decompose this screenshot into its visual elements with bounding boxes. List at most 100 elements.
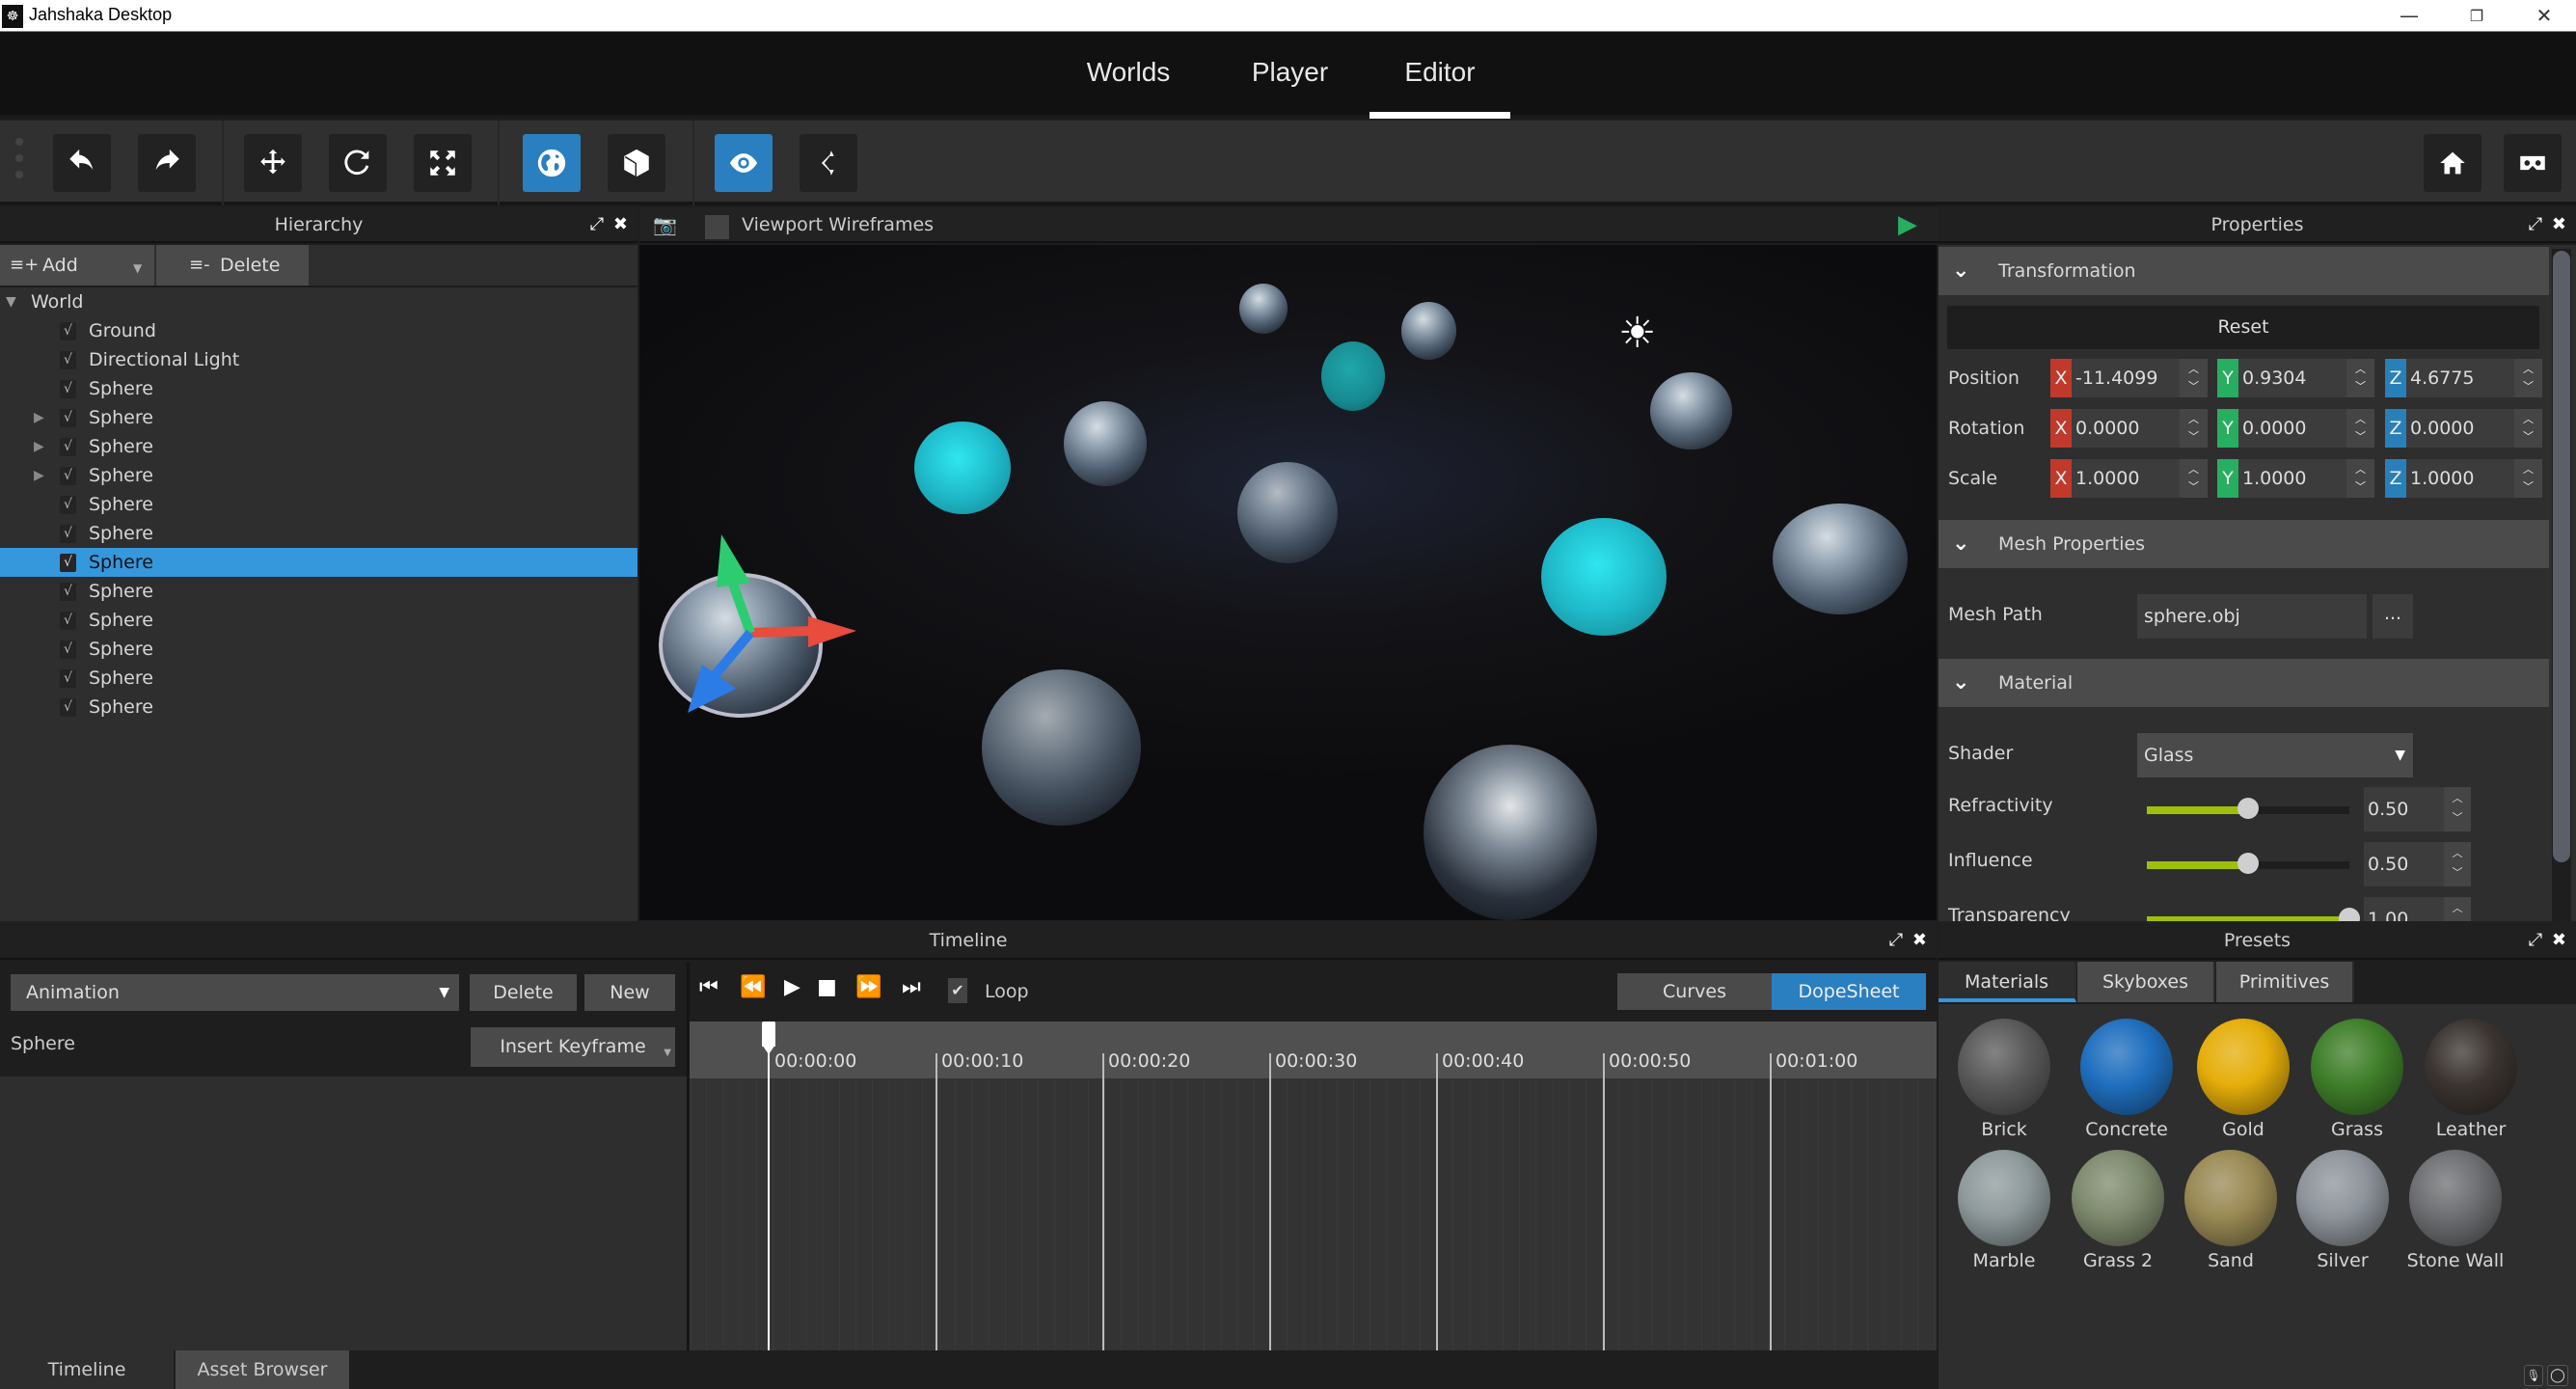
tab-player[interactable]: Player [1225, 32, 1355, 119]
scale-y-field[interactable]: Y 1.0000 ︿ ﹀ [2217, 459, 2374, 498]
timeline-track-area[interactable] [690, 1078, 1937, 1350]
close-panel-icon[interactable]: ✖ [1912, 930, 1929, 950]
scene-sphere[interactable] [1064, 401, 1147, 486]
slider-knob[interactable] [2237, 853, 2259, 874]
visibility-checkbox[interactable]: √ [60, 409, 76, 427]
influence-value-input[interactable]: 0.50 ︿ ﹀ [2364, 842, 2471, 886]
rotation-z-field[interactable]: Z 0.0000 ︿ ﹀ [2385, 409, 2542, 448]
visibility-checkbox[interactable]: √ [60, 612, 76, 630]
position-x-field[interactable]: X -11.4099 ︿ ﹀ [2050, 359, 2208, 397]
rotate-button[interactable] [329, 134, 387, 192]
scene-sphere[interactable] [982, 669, 1141, 826]
expand-arrow-icon[interactable]: ▶ [34, 432, 44, 461]
visibility-checkbox[interactable]: √ [60, 554, 76, 572]
mesh-properties-section-header[interactable]: ⌄ Mesh Properties [1939, 520, 2549, 568]
gizmo-x-axis[interactable] [749, 626, 814, 638]
tree-item[interactable]: ▶ √ Sphere [0, 403, 637, 432]
tree-item[interactable]: √ Directional Light [0, 345, 637, 374]
scene-sphere[interactable] [1237, 462, 1338, 563]
toolbar-grip-handle[interactable] [15, 138, 23, 187]
refresh-icon[interactable]: ◯ [2547, 1365, 2568, 1386]
presets-tab-skyboxes[interactable]: Skyboxes [2077, 962, 2215, 1002]
visibility-checkbox[interactable]: √ [60, 467, 76, 485]
tree-item[interactable]: √ Ground [0, 316, 637, 345]
position-y-field[interactable]: Y 0.9304 ︿ ﹀ [2217, 359, 2374, 397]
scene-sphere[interactable] [1650, 372, 1732, 449]
new-animation-button[interactable]: New [584, 974, 675, 1011]
spinner-arrows-icon[interactable]: ︿﹀ [2346, 359, 2374, 397]
presets-tab-materials[interactable]: Materials [1939, 962, 2076, 1002]
tree-item[interactable]: √ Sphere [0, 374, 637, 403]
fast-forward-icon[interactable]: ⏩ [855, 975, 881, 999]
shader-select[interactable]: Glass ▼ [2137, 733, 2413, 777]
material-preset-thumbnail[interactable] [2296, 1150, 2389, 1246]
properties-scrollbar-track[interactable] [2552, 249, 2571, 924]
scene-viewport[interactable]: ☀ [639, 245, 1937, 920]
visibility-checkbox[interactable]: √ [60, 438, 76, 456]
translate-button[interactable] [244, 134, 302, 192]
expand-panel-icon[interactable]: ⤢ [2529, 214, 2544, 234]
expand-panel-icon[interactable]: ⤢ [590, 214, 606, 234]
slider-knob[interactable] [2237, 798, 2259, 819]
wireframes-checkbox[interactable] [705, 215, 729, 239]
skip-to-end-icon[interactable]: ⏭ [902, 975, 921, 999]
spinner-arrows-icon[interactable]: ︿﹀ [2514, 409, 2542, 448]
scene-sphere[interactable] [1424, 745, 1597, 920]
visibility-checkbox[interactable]: √ [60, 698, 76, 717]
material-preset-thumbnail[interactable] [2425, 1019, 2517, 1115]
material-preset-thumbnail[interactable] [2197, 1019, 2290, 1115]
scene-sphere[interactable] [1321, 341, 1385, 411]
scene-sphere[interactable] [1541, 518, 1667, 636]
material-preset-thumbnail[interactable] [2080, 1019, 2173, 1115]
redo-button[interactable] [138, 134, 196, 192]
tree-root-world[interactable]: ▼ World [0, 287, 637, 316]
visibility-checkbox[interactable]: √ [60, 351, 76, 369]
influence-slider[interactable] [2147, 853, 2349, 874]
spinner-arrows-icon[interactable]: ︿﹀ [2444, 787, 2471, 831]
spinner-arrows-icon[interactable]: ︿﹀ [2346, 459, 2374, 498]
tree-item[interactable]: √ Sphere [0, 693, 637, 722]
play-scene-icon[interactable]: ▶ [1898, 207, 1917, 243]
visibility-checkbox[interactable]: √ [60, 322, 76, 340]
material-section-header[interactable]: ⌄ Material [1939, 659, 2549, 707]
reset-transform-button[interactable]: Reset [1947, 306, 2539, 349]
gizmo-z-axis[interactable] [708, 629, 754, 683]
undo-button[interactable] [53, 134, 111, 192]
skip-to-start-icon[interactable]: ⏮ [699, 975, 719, 999]
close-panel-icon[interactable]: ✖ [2552, 214, 2568, 234]
expand-panel-icon[interactable]: ⤢ [1889, 930, 1905, 950]
collapse-arrow-icon[interactable]: ▼ [6, 287, 16, 316]
dropdown-arrow-icon[interactable]: ▼ [133, 248, 142, 288]
visibility-checkbox[interactable]: √ [60, 380, 76, 398]
tree-item[interactable]: √ Sphere [0, 548, 637, 577]
slider-knob[interactable] [2339, 908, 2360, 921]
tree-item[interactable]: √ Sphere [0, 490, 637, 519]
spinner-arrows-icon[interactable]: ︿﹀ [2180, 359, 2208, 397]
insert-keyframe-button[interactable]: Insert Keyframe ▼ [471, 1027, 675, 1067]
visibility-checkbox[interactable]: √ [60, 640, 76, 659]
visibility-checkbox[interactable]: √ [60, 525, 76, 543]
delete-animation-button[interactable]: Delete [470, 974, 577, 1011]
scene-sphere[interactable] [1401, 302, 1456, 360]
gizmo-snap-button[interactable] [800, 134, 857, 192]
bottom-tab-asset-browser[interactable]: Asset Browser [176, 1350, 349, 1389]
expand-panel-icon[interactable]: ⤢ [2529, 930, 2544, 950]
browse-mesh-button[interactable]: ... [2373, 594, 2413, 639]
expand-arrow-icon[interactable]: ▶ [34, 403, 44, 432]
mesh-path-input[interactable]: sphere.obj [2137, 594, 2367, 639]
spinner-arrows-icon[interactable]: ︿﹀ [2346, 409, 2374, 448]
delete-object-button[interactable]: ≡- Delete [156, 245, 309, 286]
visibility-button[interactable] [715, 134, 773, 192]
home-button[interactable] [2424, 134, 2481, 192]
rewind-icon[interactable]: ⏪ [740, 975, 766, 999]
scale-x-field[interactable]: X 1.0000 ︿ ﹀ [2050, 459, 2208, 498]
animation-select[interactable]: Animation ▼ [11, 974, 459, 1011]
spinner-arrows-icon[interactable]: ︿﹀ [2444, 897, 2471, 921]
visibility-checkbox[interactable]: √ [60, 669, 76, 688]
add-object-button[interactable]: ≡+ Add ▼ [0, 245, 154, 286]
tab-worlds[interactable]: Worlds [1061, 32, 1196, 119]
tree-item[interactable]: ▶ √ Sphere [0, 432, 637, 461]
close-panel-icon[interactable]: ✖ [613, 214, 630, 234]
visibility-checkbox[interactable]: √ [60, 583, 76, 601]
properties-scrollbar-thumb[interactable] [2553, 251, 2570, 862]
